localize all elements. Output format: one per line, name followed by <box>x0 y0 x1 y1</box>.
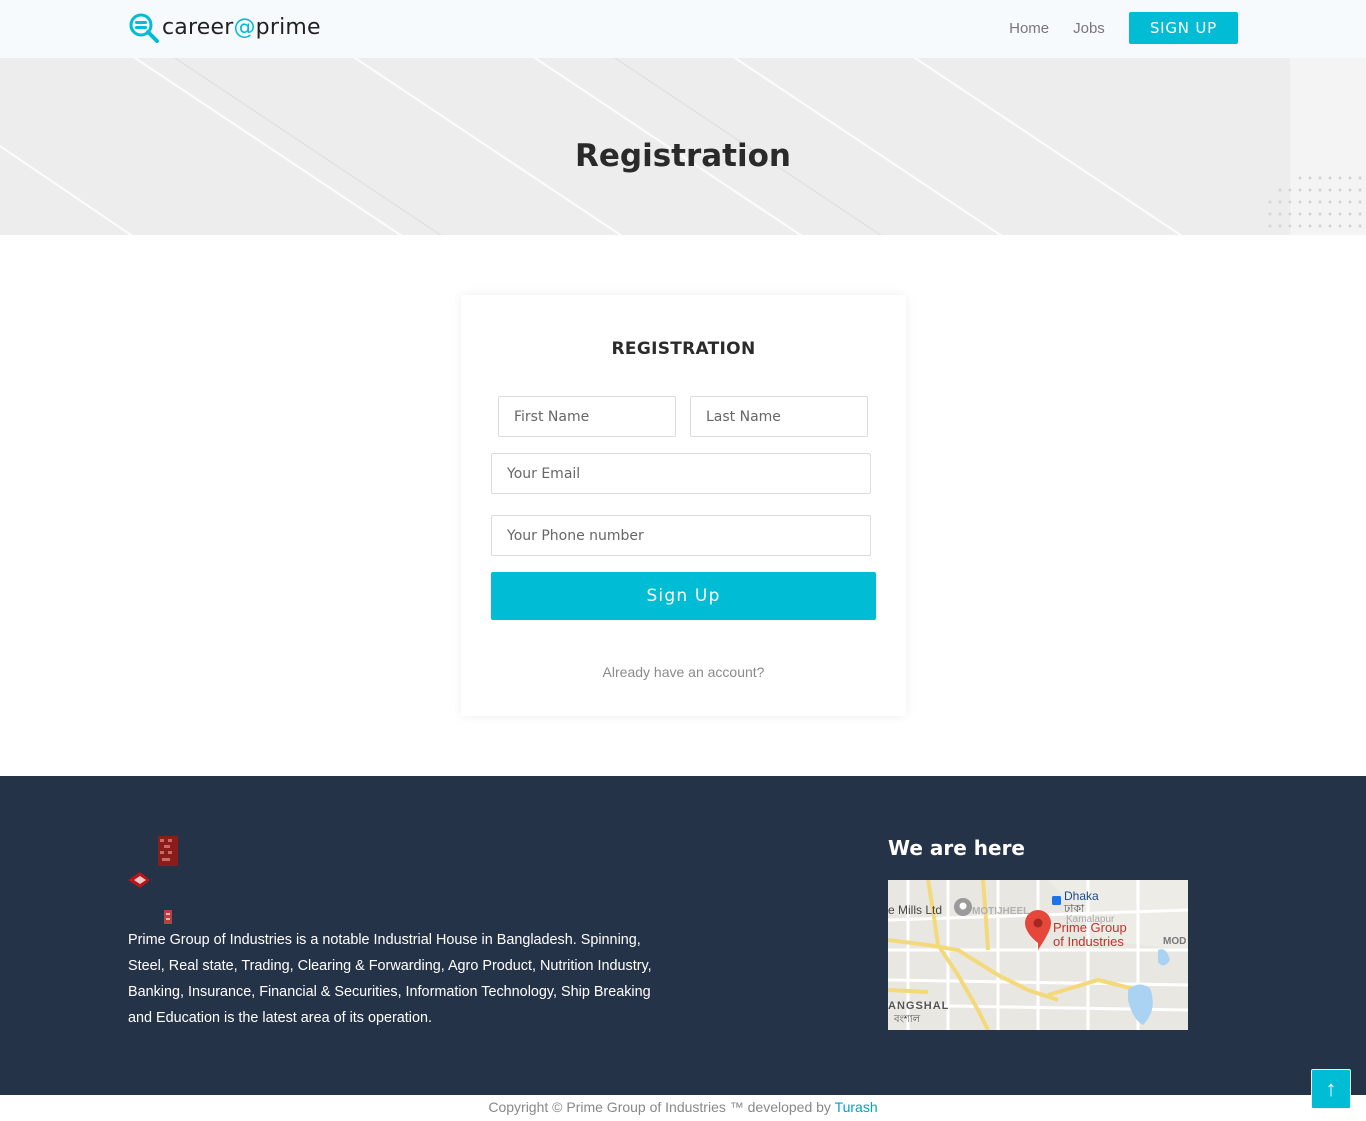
map-label-dhaka: Dhaka <box>1064 889 1099 903</box>
copyright: Copyright © Prime Group of Industries ™ … <box>0 1099 1366 1115</box>
first-name-input[interactable] <box>498 396 676 437</box>
last-name-input[interactable] <box>690 396 868 437</box>
map-label-motijheel: MOTIJHEEL <box>972 906 1029 917</box>
location-map[interactable]: e Mills Ltd MOTIJHEEL Dhaka ঢাকা Kamalap… <box>888 880 1188 1030</box>
site-logo[interactable]: career@prime <box>128 10 321 44</box>
map-label-mills: e Mills Ltd <box>888 903 942 917</box>
form-title: REGISTRATION <box>611 339 756 359</box>
footer-description: Prime Group of Industries is a notable I… <box>128 932 652 1026</box>
copyright-text: Copyright © Prime Group of Industries ™ … <box>488 1099 831 1115</box>
map-label-bangshal: ANGSHAL <box>888 1000 949 1012</box>
map-section-title: We are here <box>888 836 1025 860</box>
scroll-to-top-button[interactable]: ↑ <box>1311 1069 1351 1109</box>
signup-submit-button[interactable]: Sign Up <box>491 572 876 620</box>
map-pin-label-2: of Industries <box>1053 934 1124 949</box>
phone-input[interactable] <box>491 515 871 556</box>
email-input[interactable] <box>491 453 871 494</box>
map-label-bangshal-bn: বংশাল <box>893 1014 921 1025</box>
logo-search-icon <box>128 11 160 43</box>
arrow-up-icon: ↑ <box>1325 1076 1337 1101</box>
nav-links: Home Jobs SIGN UP <box>1009 12 1238 44</box>
footer-logo-image <box>128 836 188 928</box>
page-title: Registration <box>574 138 791 174</box>
hero-banner: Registration <box>0 58 1366 235</box>
map-pin-label-1: Prime Group <box>1053 920 1127 935</box>
developer-link[interactable]: Turash <box>835 1099 878 1115</box>
login-link[interactable]: Already have an account? <box>461 664 906 680</box>
nav-home-link[interactable]: Home <box>1009 20 1049 37</box>
footer: Prime Group of Industries is a notable I… <box>0 776 1366 1095</box>
logo-text: career@prime <box>162 14 321 40</box>
navbar: career@prime Home Jobs SIGN UP <box>0 0 1366 58</box>
registration-card: REGISTRATION Sign Up Already have an acc… <box>461 295 906 716</box>
nav-signup-button[interactable]: SIGN UP <box>1128 12 1238 44</box>
nav-jobs-link[interactable]: Jobs <box>1073 20 1105 37</box>
map-label-mod: MOD <box>1163 936 1186 947</box>
